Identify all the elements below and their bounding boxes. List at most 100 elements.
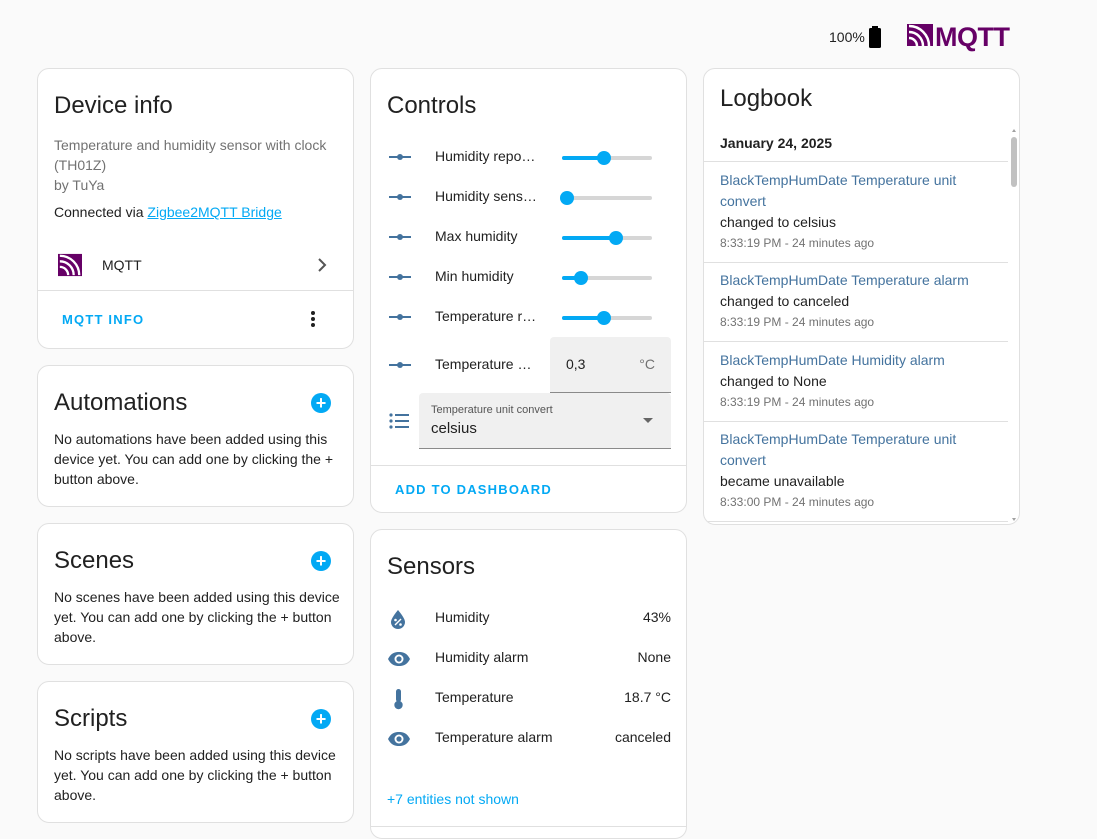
log-divider <box>704 161 1008 162</box>
control-slider-row: Temperature r… <box>371 297 686 337</box>
scripts-card: Scripts + No scripts have been added usi… <box>37 681 354 823</box>
control-slider[interactable] <box>562 311 652 325</box>
log-entry: BlackTempHumDate Temperature unit conver… <box>704 429 1008 512</box>
log-entry: BlackTempHumDate Temperature unit conver… <box>704 170 1008 253</box>
automations-empty-text: No automations have been added using thi… <box>54 431 334 487</box>
sensor-label: Temperature alarm <box>435 729 553 745</box>
select-value: celsius <box>431 420 477 437</box>
zigbee2mqtt-bridge-link[interactable]: Zigbee2MQTT Bridge <box>147 204 281 220</box>
control-label: Temperature r… <box>435 308 537 324</box>
sensor-row-humidity[interactable]: Humidity 43% <box>371 598 686 638</box>
card-divider <box>38 290 353 291</box>
eye-icon <box>387 728 411 755</box>
mqtt-brand-text: MQTT <box>935 22 1010 52</box>
log-entity-link[interactable]: BlackTempHumDate Humidity alarm <box>704 350 1008 371</box>
sensor-value: canceled <box>614 729 671 745</box>
scenes-title: Scenes <box>54 547 135 574</box>
controls-card: Controls Humidity repo… Humidity sens… M… <box>370 68 687 513</box>
log-message: changed to None <box>720 373 827 389</box>
logbook-date: January 24, 2025 <box>720 135 833 151</box>
scroll-up-arrow-icon[interactable] <box>1012 129 1016 132</box>
slider-knob[interactable] <box>560 191 575 205</box>
ray-vertex-icon <box>389 189 411 210</box>
log-entity-link[interactable]: BlackTempHumDate Temperature unit conver… <box>704 429 1008 471</box>
eye-icon <box>387 648 411 675</box>
add-script-button[interactable]: + <box>311 709 331 729</box>
device-info-card: Device info Temperature and humidity sen… <box>37 68 354 349</box>
add-scene-button[interactable]: + <box>311 551 331 571</box>
logbook-title: Logbook <box>720 85 813 112</box>
log-entity-link[interactable]: BlackTempHumDate Temperature alarm <box>704 270 1008 291</box>
battery-level: 100% <box>829 29 865 45</box>
sensor-row-humidity-alarm[interactable]: Humidity alarm None <box>371 638 686 678</box>
scroll-down-arrow-icon[interactable] <box>1012 518 1016 521</box>
scripts-empty-text: No scripts have been added using this de… <box>54 747 336 803</box>
add-automation-button[interactable]: + <box>311 393 331 413</box>
ray-vertex-icon <box>389 357 411 378</box>
slider-fill <box>562 236 616 240</box>
connected-via-label: Connected via <box>54 204 144 220</box>
integration-row-mqtt[interactable]: MQTT <box>38 241 353 289</box>
scenes-card: Scenes + No scenes have been added using… <box>37 523 354 665</box>
mqtt-brand-logo: MQTT <box>907 22 1010 53</box>
log-entity-link[interactable]: BlackTempHumDate Temperature unit conver… <box>704 170 1008 212</box>
card-divider <box>371 465 686 466</box>
control-slider[interactable] <box>560 191 652 205</box>
logbook-scrollbar[interactable] <box>1010 129 1018 521</box>
log-timestamp: 8:33:19 PM - 24 minutes ago <box>720 395 875 409</box>
scenes-empty-text: No scenes have been added using this dev… <box>54 589 340 645</box>
chevron-right-icon <box>314 255 330 280</box>
format-list-bulleted-icon <box>389 413 409 434</box>
sensor-row-temperature[interactable]: Temperature 18.7 °C <box>371 678 686 718</box>
mqtt-logo-icon <box>58 253 82 282</box>
temperature-offset-input[interactable]: 0,3 °C <box>550 337 671 393</box>
mqtt-logo-icon <box>907 22 933 53</box>
control-slider-row: Min humidity <box>371 257 686 297</box>
slider-knob[interactable] <box>609 231 623 245</box>
control-slider[interactable] <box>562 151 652 165</box>
add-to-dashboard-button[interactable]: ADD TO DASHBOARD <box>395 482 552 497</box>
log-timestamp: 8:33:19 PM - 24 minutes ago <box>720 315 875 329</box>
sensor-label: Humidity alarm <box>435 649 529 665</box>
device-info-title: Device info <box>54 92 173 119</box>
sensors-card: Sensors Humidity 43% Humidity alarm None… <box>370 529 687 839</box>
temperature-unit-select[interactable]: Temperature unit convert celsius <box>419 393 671 449</box>
sensor-value: 43% <box>642 609 671 625</box>
slider-knob[interactable] <box>597 151 612 165</box>
control-label: Max humidity <box>435 228 518 244</box>
control-slider[interactable] <box>562 231 652 245</box>
ray-vertex-icon <box>389 149 411 170</box>
sensors-title: Sensors <box>387 553 476 580</box>
scroll-thumb[interactable] <box>1011 137 1017 187</box>
sensor-row-temperature-alarm[interactable]: Temperature alarm canceled <box>371 718 686 758</box>
control-label: Humidity repo… <box>435 148 536 164</box>
select-field-label: Temperature unit convert <box>431 404 553 416</box>
log-timestamp: 8:33:19 PM - 24 minutes ago <box>720 236 875 250</box>
log-divider <box>704 262 1008 263</box>
integration-label: MQTT <box>102 257 142 273</box>
sensor-label: Temperature <box>435 689 514 705</box>
log-entry: BlackTempHumDate Humidity alarm changed … <box>704 350 1008 412</box>
more-options-icon[interactable] <box>309 309 317 334</box>
device-model: Temperature and humidity sensor with clo… <box>54 137 327 173</box>
log-message: changed to canceled <box>720 293 850 309</box>
mqtt-info-button[interactable]: MQTT INFO <box>62 312 144 327</box>
device-connection: Connected via Zigbee2MQTT Bridge <box>54 204 282 220</box>
control-label: Temperature … <box>435 356 532 372</box>
automations-card: Automations + No automations have been a… <box>37 365 354 507</box>
ray-vertex-icon <box>389 309 411 330</box>
number-value: 0,3 <box>566 356 586 372</box>
water-percent-icon <box>387 608 409 635</box>
sensor-value: 18.7 °C <box>624 689 671 705</box>
ray-vertex-icon <box>389 269 411 290</box>
log-entry: BlackTempHumDate Temperature alarm chang… <box>704 270 1008 332</box>
slider-knob[interactable] <box>573 271 588 285</box>
sensor-value: None <box>637 649 671 665</box>
entities-not-shown-link[interactable]: +7 entities not shown <box>387 791 519 807</box>
control-label: Humidity sens… <box>435 188 537 204</box>
slider-knob[interactable] <box>597 311 612 325</box>
log-message: became unavailable <box>720 473 845 489</box>
automations-title: Automations <box>54 389 188 416</box>
device-manufacturer: by TuYa <box>54 177 105 193</box>
control-slider[interactable] <box>562 271 652 285</box>
